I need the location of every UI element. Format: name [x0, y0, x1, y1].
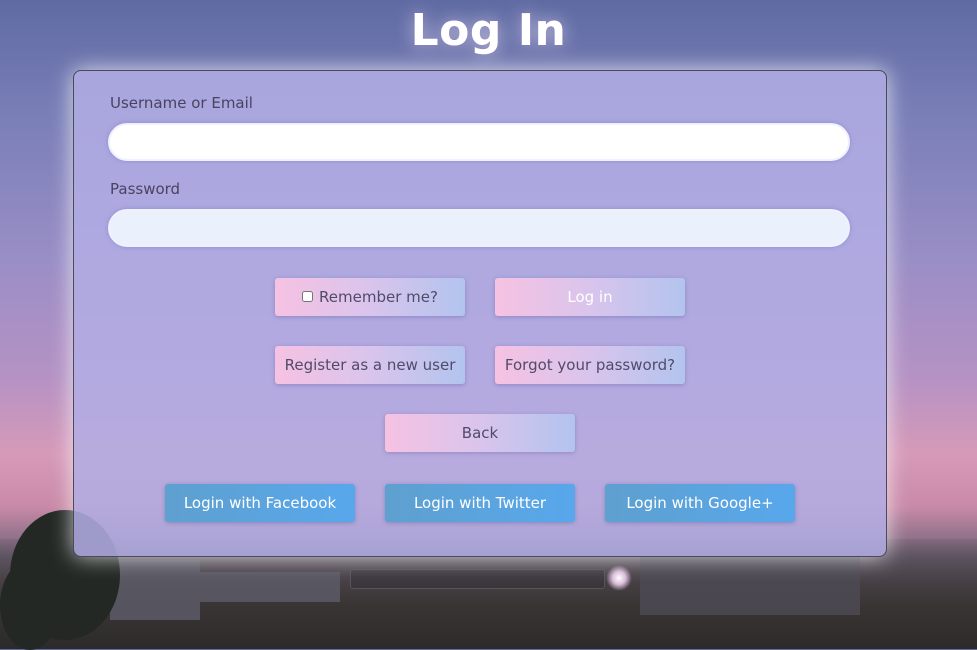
password-label: Password	[110, 180, 181, 198]
login-facebook-button[interactable]: Login with Facebook	[165, 484, 355, 522]
username-input[interactable]	[108, 123, 850, 161]
remember-me-label: Remember me?	[319, 288, 438, 306]
background-tree	[0, 560, 60, 650]
remember-me-toggle[interactable]: Remember me?	[275, 278, 465, 316]
forgot-password-button[interactable]: Forgot your password?	[495, 346, 685, 384]
remember-me-checkbox[interactable]	[302, 290, 314, 302]
background-slider-track	[350, 569, 605, 589]
password-input[interactable]	[108, 209, 850, 247]
login-panel: Username or Email Password Remember me? …	[73, 70, 887, 557]
background-building	[200, 572, 340, 602]
login-twitter-button[interactable]: Login with Twitter	[385, 484, 575, 522]
login-google-button[interactable]: Login with Google+	[605, 484, 795, 522]
page-title: Log In	[410, 5, 567, 56]
username-label: Username or Email	[110, 94, 253, 112]
background-building	[110, 560, 200, 620]
background-building	[640, 555, 860, 615]
login-button[interactable]: Log in	[495, 278, 685, 316]
lens-flare	[606, 565, 632, 591]
register-button[interactable]: Register as a new user	[275, 346, 465, 384]
back-button[interactable]: Back	[385, 414, 575, 452]
